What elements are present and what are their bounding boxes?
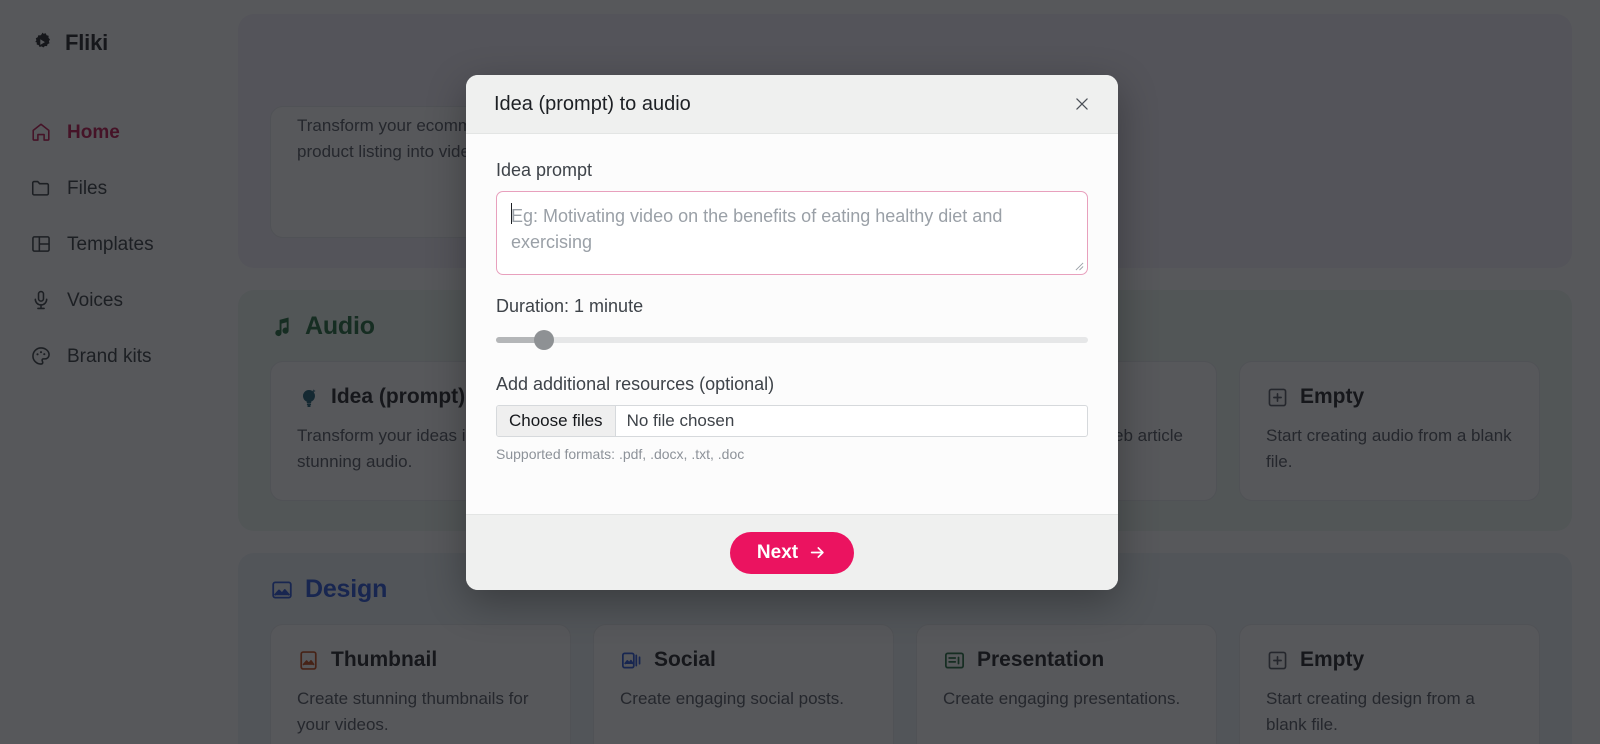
idea-prompt-label: Idea prompt bbox=[496, 160, 593, 180]
duration-label: Duration: 1 minute bbox=[496, 296, 644, 316]
duration-slider[interactable] bbox=[496, 330, 1088, 350]
slider-track bbox=[496, 337, 1088, 343]
text-caret bbox=[511, 203, 512, 224]
file-upload-control[interactable]: Choose files No file chosen bbox=[496, 405, 1088, 437]
next-button-label: Next bbox=[756, 541, 799, 563]
close-button[interactable] bbox=[1068, 90, 1096, 118]
supported-formats-hint: Supported formats: .pdf, .docx, .txt, .d… bbox=[496, 446, 745, 462]
idea-prompt-input[interactable]: Eg: Motivating video on the benefits of … bbox=[496, 191, 1088, 275]
next-button[interactable]: Next bbox=[729, 531, 855, 574]
arrow-right-icon bbox=[808, 543, 827, 562]
modal-header: Idea (prompt) to audio bbox=[466, 75, 1118, 134]
close-icon bbox=[1073, 95, 1091, 113]
additional-resources-label: Add additional resources (optional) bbox=[496, 374, 775, 394]
choose-files-button[interactable]: Choose files bbox=[497, 406, 616, 436]
modal-title: Idea (prompt) to audio bbox=[494, 92, 691, 115]
modal-body: Idea prompt Eg: Motivating video on the … bbox=[466, 134, 1118, 514]
idea-prompt-placeholder: Eg: Motivating video on the benefits of … bbox=[511, 206, 1008, 253]
modal-footer: Next bbox=[466, 514, 1118, 590]
slider-thumb[interactable] bbox=[534, 330, 554, 350]
file-chosen-status: No file chosen bbox=[626, 411, 735, 430]
resize-handle-icon[interactable] bbox=[1075, 262, 1084, 271]
app-root: Fliki Home Files bbox=[0, 0, 1600, 744]
idea-prompt-to-audio-modal: Idea (prompt) to audio Idea prompt Eg: M… bbox=[466, 75, 1118, 590]
